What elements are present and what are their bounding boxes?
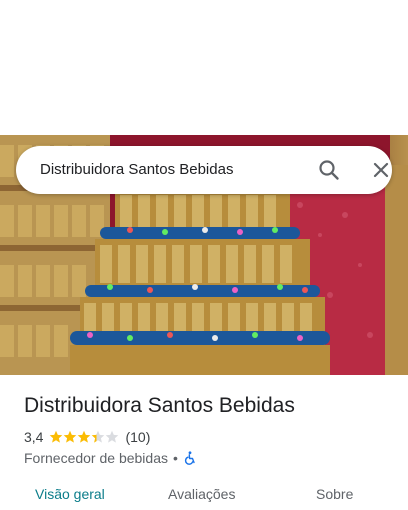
rating-value: 3,4 (24, 429, 44, 445)
top-blank-area (0, 0, 408, 135)
rating-row[interactable]: 3,4 (10) (24, 428, 150, 446)
search-bar[interactable]: Distribuidora Santos Bebidas (16, 146, 392, 194)
review-count[interactable]: (10) (125, 429, 150, 445)
wheelchair-icon (183, 451, 197, 465)
separator-dot: • (173, 450, 178, 466)
place-tabs: Visão geral Avaliações Sobre (0, 486, 408, 510)
star-icon (50, 430, 63, 443)
category-row: Fornecedor de bebidas • (24, 449, 197, 467)
star-icon (64, 430, 77, 443)
star-icon (106, 430, 119, 443)
place-category[interactable]: Fornecedor de bebidas (24, 450, 168, 466)
tab-overview[interactable]: Visão geral (35, 486, 105, 502)
place-title: Distribuidora Santos Bebidas (24, 394, 295, 417)
search-input[interactable]: Distribuidora Santos Bebidas (40, 161, 233, 178)
star-icon (78, 430, 91, 443)
place-info-panel: Distribuidora Santos Bebidas 3,4 (10) Fo… (0, 375, 408, 510)
tab-about[interactable]: Sobre (316, 486, 353, 502)
tab-reviews[interactable]: Avaliações (168, 486, 235, 502)
star-rating (49, 430, 119, 444)
close-icon[interactable] (368, 157, 394, 183)
star-icon (92, 430, 105, 443)
search-icon[interactable] (316, 157, 342, 183)
